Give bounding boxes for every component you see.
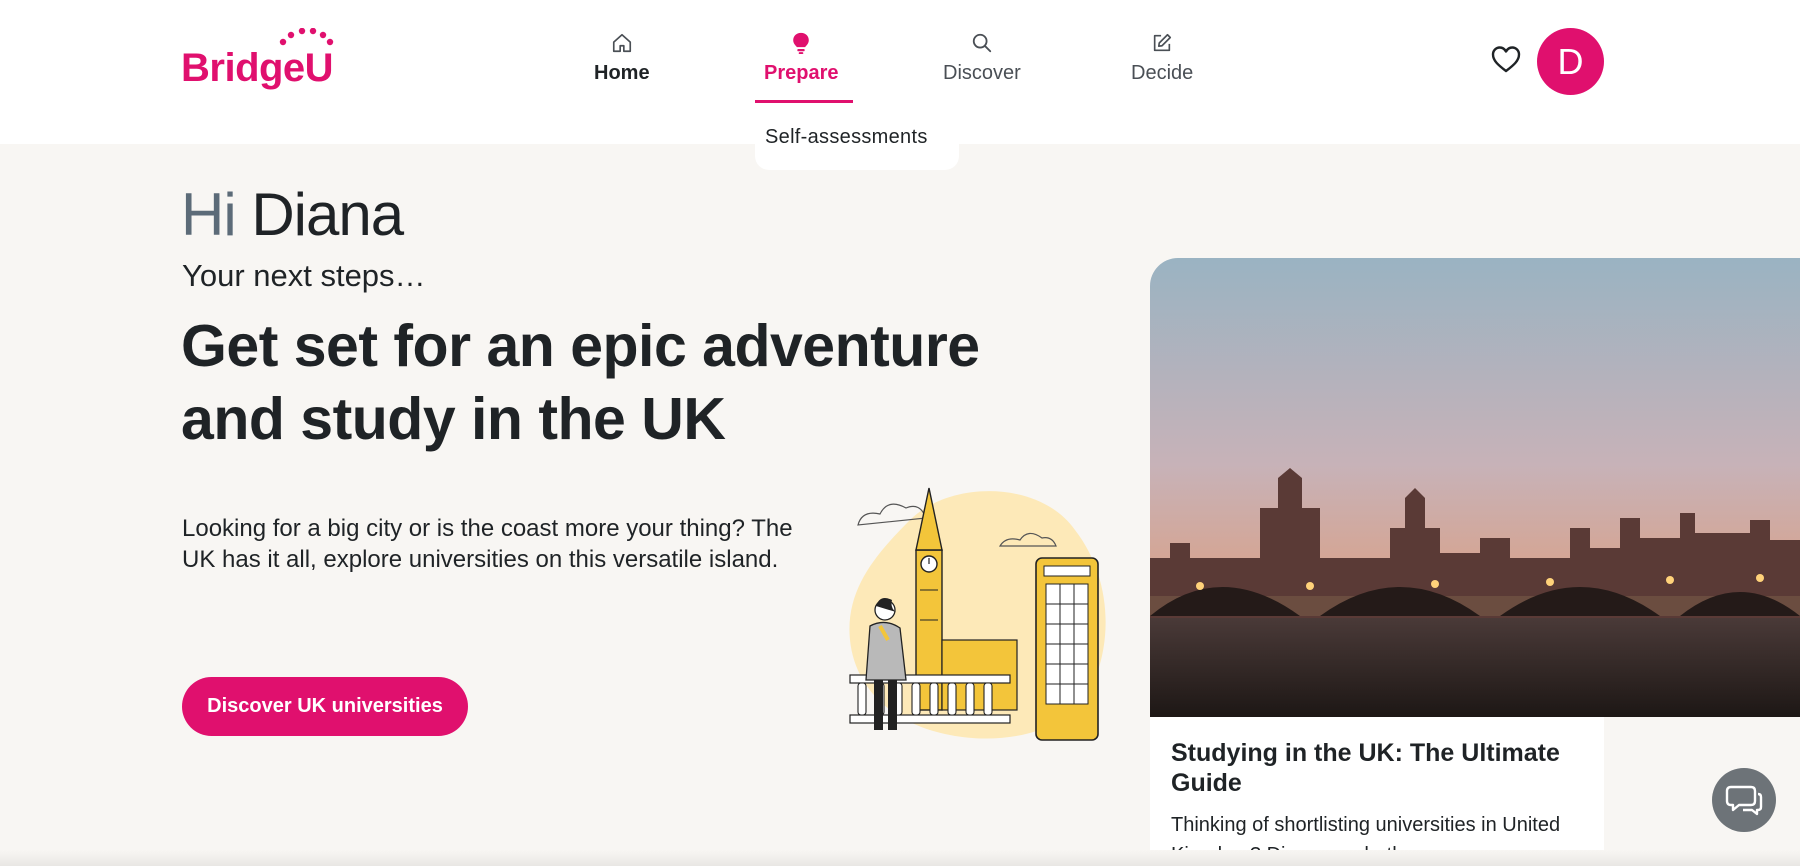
user-avatar[interactable]: D	[1537, 28, 1604, 95]
page-bottom-edge	[0, 850, 1800, 866]
discover-uk-universities-button[interactable]: Discover UK universities	[182, 677, 468, 736]
home-icon	[609, 30, 635, 56]
nav-label-decide: Decide	[1131, 62, 1194, 84]
next-steps-subheading: Your next steps…	[182, 258, 426, 293]
search-icon	[969, 30, 995, 56]
lightbulb-icon	[788, 30, 814, 56]
nav-item-home[interactable]: Home	[594, 30, 650, 104]
nav-label-discover: Discover	[943, 62, 1021, 84]
bridgeu-logo[interactable]: BridgeU	[181, 28, 341, 98]
greeting: Hi Diana	[181, 180, 404, 249]
nav-item-decide[interactable]: Decide	[1131, 30, 1193, 104]
heart-icon[interactable]	[1490, 44, 1522, 74]
card-title[interactable]: Studying in the UK: The Ultimate Guide	[1171, 738, 1591, 798]
nav-item-discover[interactable]: Discover	[943, 30, 1021, 104]
nav-label-home: Home	[594, 62, 650, 84]
nav-item-prepare[interactable]: Prepare	[764, 30, 839, 104]
logo-wordmark: BridgeU	[181, 46, 334, 90]
nav-label-prepare: Prepare	[764, 62, 839, 84]
edit-icon	[1149, 30, 1175, 56]
greeting-name: Diana	[251, 181, 404, 248]
active-nav-indicator	[755, 100, 853, 103]
chat-bubbles-icon[interactable]	[1712, 768, 1776, 832]
hero-headline: Get set for an epic adventure and study …	[181, 313, 980, 452]
uk-guide-card[interactable]: Studying in the UK: The Ultimate Guide T…	[1150, 258, 1800, 866]
london-illustration	[849, 487, 1106, 741]
menu-item-self-assessments[interactable]: Self-assessments	[765, 126, 928, 149]
logo-dots-icon	[279, 28, 334, 46]
westminster-photo	[1150, 258, 1800, 717]
hero-description: Looking for a big city or is the coast m…	[182, 515, 793, 573]
greeting-hi: Hi	[181, 181, 237, 248]
prepare-dropdown-menu: Self-assessments	[755, 112, 959, 170]
